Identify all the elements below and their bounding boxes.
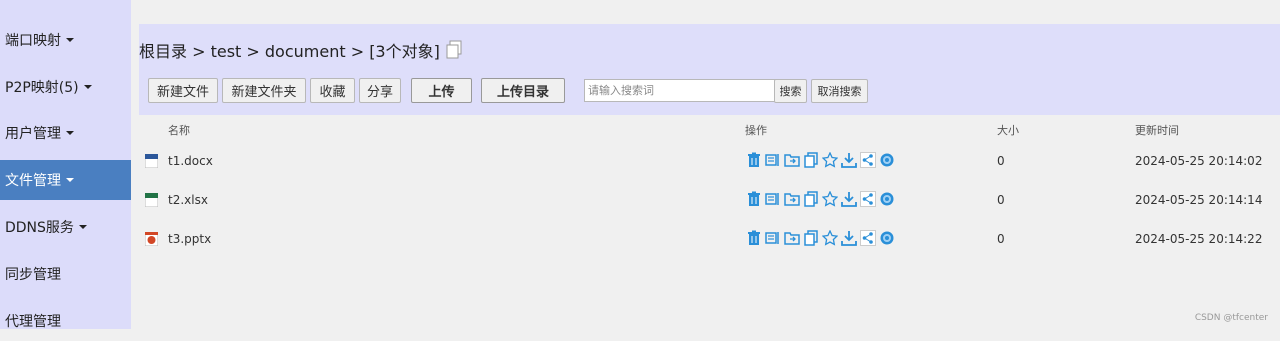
header-operations: 操作 — [745, 124, 767, 137]
move-icon[interactable] — [783, 190, 801, 208]
row-operations — [745, 229, 896, 247]
settings-icon[interactable] — [878, 151, 896, 169]
share-icon[interactable] — [859, 190, 877, 208]
breadcrumb-text: 根目录 > test > document > [3个对象] — [139, 42, 440, 61]
delete-icon[interactable] — [745, 229, 763, 247]
caret-down-icon — [66, 131, 74, 135]
sidebar-item-label: 同步管理 — [5, 267, 61, 283]
share-button[interactable]: 分享 — [359, 78, 401, 103]
sidebar-item-user-management[interactable]: 用户管理 — [0, 113, 131, 153]
sidebar-item-label: 用户管理 — [5, 126, 61, 142]
share-icon[interactable] — [859, 229, 877, 247]
powerpoint-file-icon — [144, 231, 159, 247]
download-icon[interactable] — [840, 229, 858, 247]
upload-button[interactable]: 上传 — [411, 78, 472, 103]
file-modified: 2024-05-25 20:14:22 — [1135, 231, 1263, 246]
favorite-icon[interactable] — [821, 229, 839, 247]
table-row: t1.docx 0 2024-05-25 20:14:02 — [139, 141, 1280, 180]
watermark: CSDN @tfcenter — [1194, 313, 1268, 323]
sidebar-item-p2p-mapping[interactable]: P2P映射(5) — [0, 67, 131, 107]
settings-icon[interactable] — [878, 229, 896, 247]
sidebar-item-proxy-management[interactable]: 代理管理 — [0, 301, 131, 341]
file-modified: 2024-05-25 20:14:14 — [1135, 192, 1263, 207]
sidebar-item-sync-management[interactable]: 同步管理 — [0, 254, 131, 294]
word-file-icon — [144, 153, 159, 169]
new-file-button[interactable]: 新建文件 — [148, 78, 218, 103]
cancel-search-button[interactable]: 取消搜索 — [811, 79, 868, 103]
sidebar-item-label: 代理管理 — [5, 314, 61, 330]
move-icon[interactable] — [783, 229, 801, 247]
share-icon[interactable] — [859, 151, 877, 169]
caret-down-icon — [78, 225, 87, 229]
header-panel: 根目录 > test > document > [3个对象] 新建文件 新建文件… — [139, 24, 1280, 115]
file-name-link[interactable]: t2.xlsx — [168, 180, 208, 219]
caret-down-icon — [83, 85, 92, 89]
sidebar-item-label: 端口映射 — [5, 33, 61, 49]
row-operations — [745, 190, 896, 208]
table-row: t2.xlsx 0 2024-05-25 20:14:14 — [139, 180, 1280, 219]
rename-icon[interactable] — [764, 190, 782, 208]
rename-icon[interactable] — [764, 151, 782, 169]
header-name: 名称 — [168, 124, 190, 137]
favorite-icon[interactable] — [821, 190, 839, 208]
search-button[interactable]: 搜索 — [774, 79, 807, 103]
header-size: 大小 — [997, 124, 1019, 137]
delete-icon[interactable] — [745, 151, 763, 169]
caret-down-icon — [66, 178, 74, 182]
sidebar-item-port-mapping[interactable]: 端口映射 — [0, 20, 131, 60]
sidebar-item-file-management[interactable]: 文件管理 — [0, 160, 131, 200]
copy-icon[interactable] — [802, 190, 820, 208]
copy-icon[interactable] — [802, 151, 820, 169]
breadcrumb: 根目录 > test > document > [3个对象] — [139, 38, 463, 62]
download-icon[interactable] — [840, 151, 858, 169]
sidebar: 端口映射 P2P映射(5) 用户管理 文件管理 DDNS服务 同步管理 代理管理 — [0, 0, 131, 330]
file-table: 名称 操作 大小 更新时间 t1.docx 0 2024-05-25 20:14… — [139, 115, 1280, 265]
copy-icon[interactable] — [802, 229, 820, 247]
favorite-icon[interactable] — [821, 151, 839, 169]
rename-icon[interactable] — [764, 229, 782, 247]
download-icon[interactable] — [840, 190, 858, 208]
row-operations — [745, 151, 896, 169]
sidebar-item-label: 文件管理 — [5, 173, 61, 189]
header-modified: 更新时间 — [1135, 124, 1179, 137]
copy-path-icon[interactable] — [445, 40, 463, 60]
file-name-link[interactable]: t1.docx — [168, 141, 213, 180]
move-icon[interactable] — [783, 151, 801, 169]
file-size: 0 — [997, 153, 1005, 168]
sidebar-item-ddns[interactable]: DDNS服务 — [0, 207, 131, 247]
table-row: t3.pptx 0 2024-05-25 20:14:22 — [139, 219, 1280, 258]
sidebar-item-label: DDNS服务 — [5, 220, 74, 236]
search-input[interactable] — [584, 79, 778, 102]
delete-icon[interactable] — [745, 190, 763, 208]
upload-directory-button[interactable]: 上传目录 — [481, 78, 565, 103]
new-folder-button[interactable]: 新建文件夹 — [222, 78, 306, 103]
file-size: 0 — [997, 231, 1005, 246]
excel-file-icon — [144, 192, 159, 208]
sidebar-item-label: P2P映射(5) — [5, 80, 79, 96]
caret-down-icon — [66, 38, 74, 42]
settings-icon[interactable] — [878, 190, 896, 208]
file-size: 0 — [997, 192, 1005, 207]
file-modified: 2024-05-25 20:14:02 — [1135, 153, 1263, 168]
favorite-button[interactable]: 收藏 — [310, 78, 355, 103]
file-name-link[interactable]: t3.pptx — [168, 219, 211, 258]
